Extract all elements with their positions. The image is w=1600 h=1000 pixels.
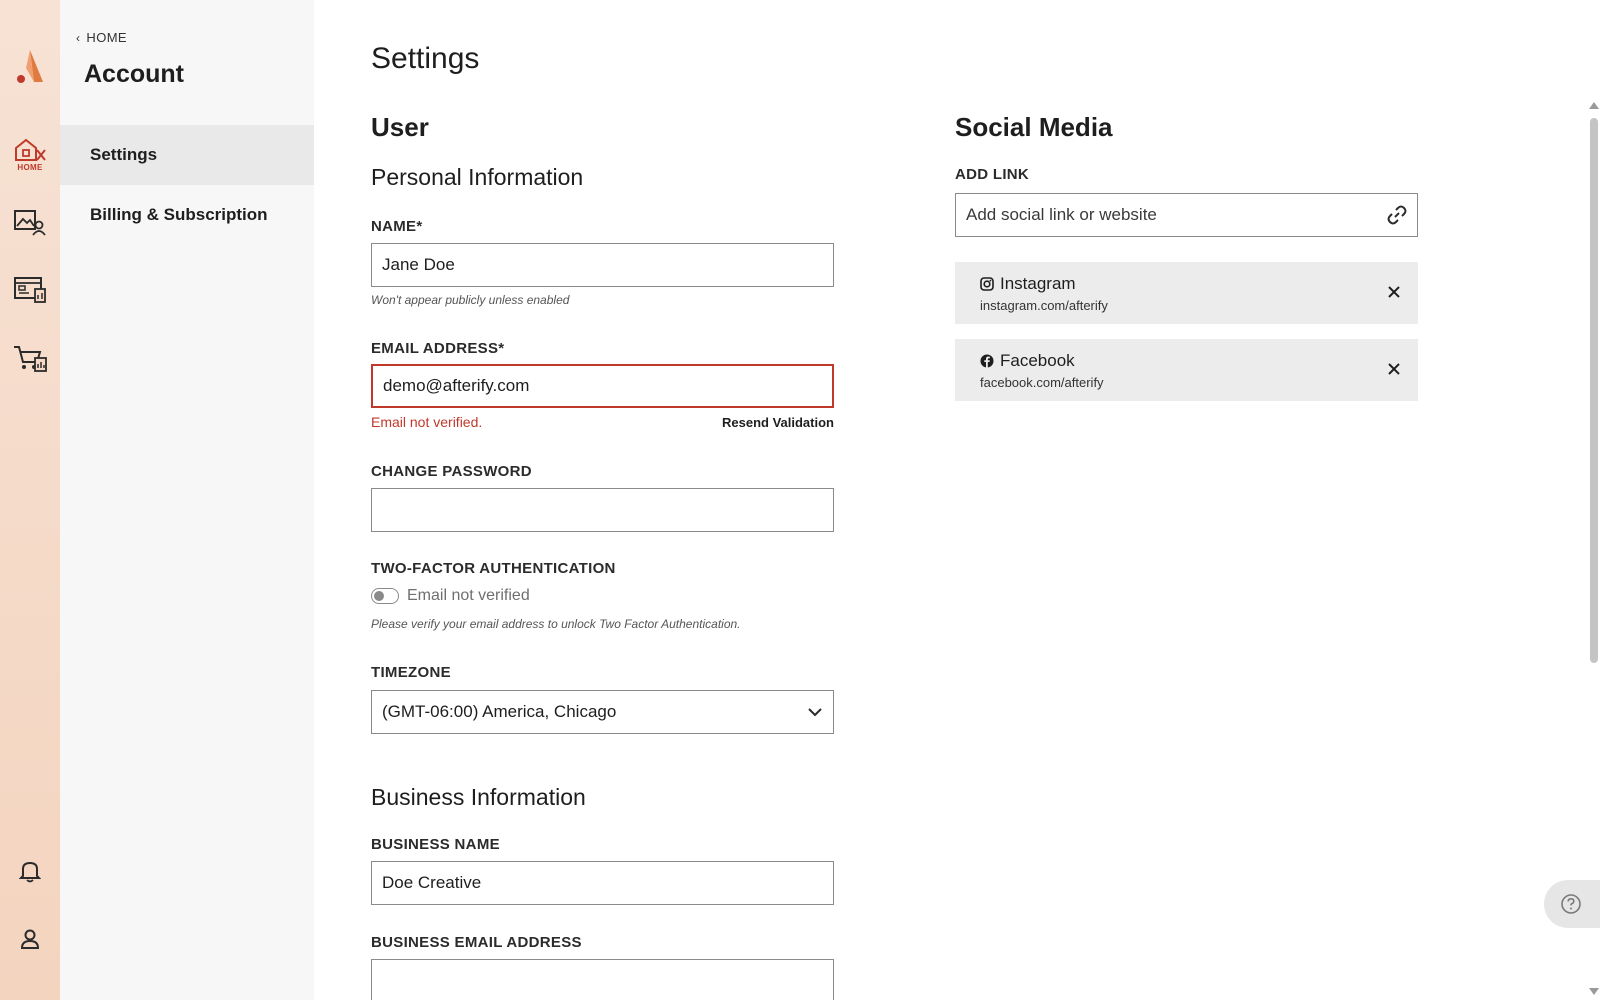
timezone-value: (GMT-06:00) America, Chicago bbox=[382, 702, 617, 721]
name-label: NAME* bbox=[371, 218, 423, 235]
business-email-field[interactable] bbox=[371, 959, 834, 1000]
help-button[interactable] bbox=[1544, 880, 1600, 928]
social-link-name: Facebook bbox=[1000, 351, 1075, 370]
name-value: Jane Doe bbox=[382, 255, 455, 274]
home-caption: HOME bbox=[17, 163, 43, 172]
resend-validation-link[interactable]: Resend Validation bbox=[722, 415, 834, 430]
chevron-left-icon: ‹ bbox=[76, 30, 81, 45]
sidebar-title: Account bbox=[84, 60, 184, 88]
toggle-knob bbox=[374, 591, 384, 601]
add-link-input[interactable]: Add social link or website bbox=[955, 193, 1418, 237]
business-name-label: BUSINESS NAME bbox=[371, 836, 500, 853]
social-link-url: facebook.com/afterify bbox=[980, 375, 1104, 390]
dashboard-icon bbox=[14, 277, 46, 303]
social-link-card: Instagram instagram.com/afterify bbox=[955, 262, 1418, 324]
password-field[interactable] bbox=[371, 488, 834, 532]
user-heading: User bbox=[371, 112, 429, 142]
name-hint: Won't appear publicly unless enabled bbox=[371, 293, 570, 307]
business-name-value: Doe Creative bbox=[382, 873, 482, 892]
social-link-name-row: Facebook bbox=[980, 351, 1393, 371]
cart-nav[interactable] bbox=[12, 340, 48, 376]
notifications-nav[interactable] bbox=[12, 853, 48, 889]
dashboard-nav[interactable] bbox=[12, 272, 48, 308]
chevron-down-icon bbox=[808, 708, 822, 717]
twofa-toggle[interactable] bbox=[371, 588, 399, 604]
help-icon bbox=[1561, 894, 1581, 914]
social-link-url: instagram.com/afterify bbox=[980, 298, 1108, 313]
business-email-label: BUSINESS EMAIL ADDRESS bbox=[371, 934, 582, 951]
home-icon bbox=[15, 138, 46, 161]
account-sidebar: ‹ HOME Account Settings Billing & Subscr… bbox=[60, 0, 314, 1000]
password-label: CHANGE PASSWORD bbox=[371, 463, 532, 480]
gallery-nav[interactable] bbox=[12, 204, 48, 240]
business-info-heading: Business Information bbox=[371, 784, 586, 810]
email-value: demo@afterify.com bbox=[383, 376, 530, 395]
link-icon[interactable] bbox=[1387, 205, 1407, 225]
timezone-label: TIMEZONE bbox=[371, 664, 451, 681]
name-field[interactable]: Jane Doe bbox=[371, 243, 834, 287]
social-link-card: Facebook facebook.com/afterify bbox=[955, 339, 1418, 401]
email-error: Email not verified. bbox=[371, 414, 483, 430]
twofa-row: Email not verified bbox=[371, 587, 530, 605]
page-title: Settings bbox=[371, 42, 480, 75]
sidebar-item-label: Billing & Subscription bbox=[90, 205, 268, 224]
cart-icon bbox=[14, 346, 47, 372]
bell-icon bbox=[19, 861, 41, 883]
close-icon[interactable] bbox=[1386, 284, 1402, 300]
email-validation-row: Email not verified. Resend Validation bbox=[371, 414, 834, 430]
instagram-icon bbox=[980, 277, 994, 291]
facebook-icon bbox=[980, 354, 994, 368]
sidebar-item-settings[interactable]: Settings bbox=[60, 125, 314, 185]
social-link-name-row: Instagram bbox=[980, 274, 1393, 294]
social-link-name: Instagram bbox=[1000, 274, 1076, 293]
main-content: Settings User Personal Information NAME*… bbox=[314, 0, 1600, 1000]
back-label: HOME bbox=[86, 30, 128, 45]
gallery-icon bbox=[14, 210, 46, 236]
back-home-link[interactable]: ‹ HOME bbox=[76, 30, 127, 45]
scrollbar[interactable] bbox=[1587, 100, 1600, 1000]
scroll-up-arrow-icon[interactable] bbox=[1589, 102, 1599, 109]
add-link-label: ADD LINK bbox=[955, 166, 1030, 183]
twofa-label: TWO-FACTOR AUTHENTICATION bbox=[371, 560, 616, 577]
business-name-field[interactable]: Doe Creative bbox=[371, 861, 834, 905]
personal-info-heading: Personal Information bbox=[371, 164, 584, 190]
home-nav[interactable]: HOME bbox=[12, 136, 48, 172]
email-label: EMAIL ADDRESS* bbox=[371, 340, 505, 357]
scroll-thumb[interactable] bbox=[1590, 118, 1598, 663]
sidebar-item-label: Settings bbox=[90, 145, 158, 164]
timezone-select[interactable]: (GMT-06:00) America, Chicago bbox=[371, 690, 834, 734]
user-icon bbox=[20, 929, 40, 949]
email-field[interactable]: demo@afterify.com bbox=[371, 364, 834, 408]
icon-rail: HOME bbox=[0, 0, 60, 1000]
twofa-status: Email not verified bbox=[407, 587, 530, 604]
close-icon[interactable] bbox=[1386, 361, 1402, 377]
sidebar-item-billing[interactable]: Billing & Subscription bbox=[60, 185, 314, 245]
social-heading: Social Media bbox=[955, 112, 1113, 142]
add-link-placeholder: Add social link or website bbox=[966, 205, 1157, 224]
scroll-down-arrow-icon[interactable] bbox=[1589, 988, 1599, 995]
twofa-hint: Please verify your email address to unlo… bbox=[371, 617, 741, 631]
logo-icon[interactable] bbox=[16, 48, 44, 84]
profile-nav[interactable] bbox=[12, 921, 48, 957]
